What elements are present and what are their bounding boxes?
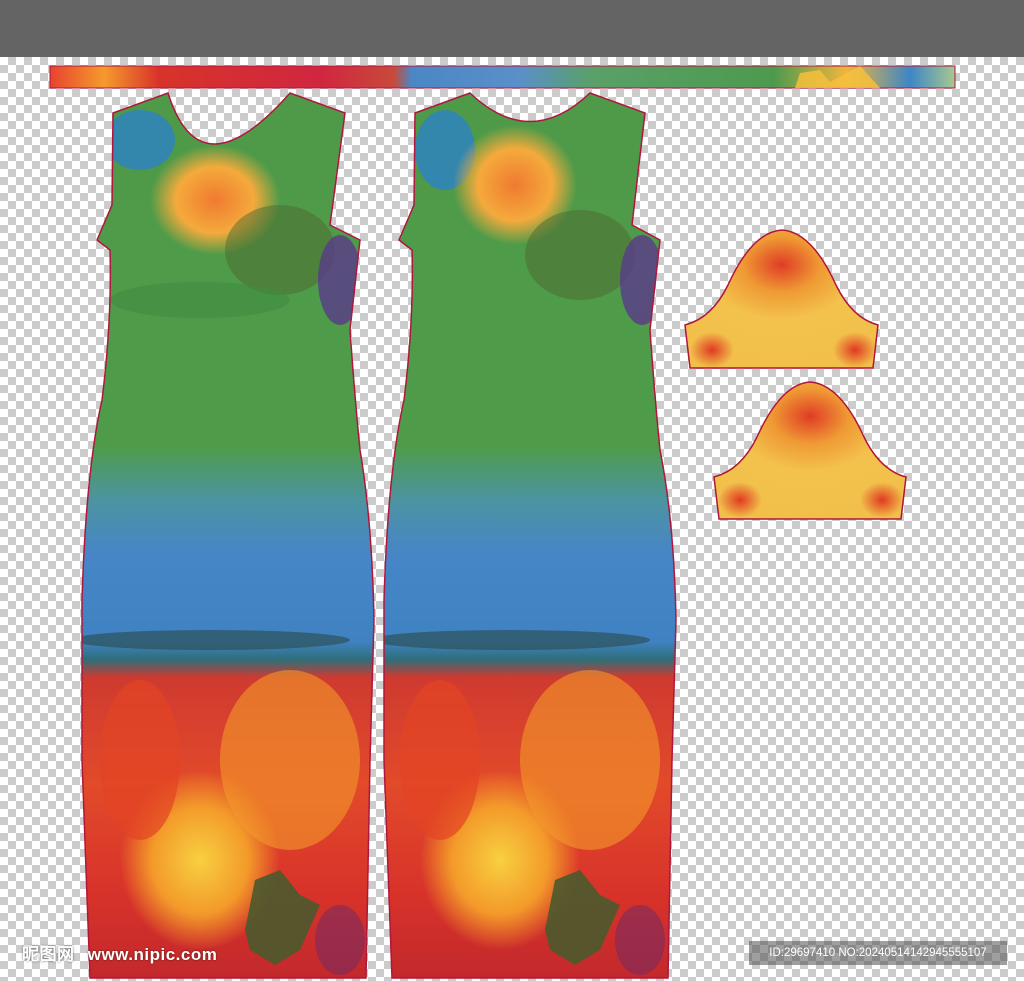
watermark-site: www.nipic.com	[87, 945, 218, 964]
watermark-id: ID:29697410 NO:20240514142945555107	[749, 941, 1007, 965]
dress-back-panel	[383, 92, 677, 979]
dress-front-panel	[81, 92, 375, 979]
sleeve-piece-bottom	[713, 381, 907, 520]
sleeve-piece-top	[684, 229, 879, 369]
watermark-logo-text: 昵图网	[22, 945, 75, 964]
pattern-artwork	[49, 65, 956, 979]
watermark-logo: 昵图网 www.nipic.com	[22, 940, 217, 965]
waistband-strip	[49, 65, 956, 89]
